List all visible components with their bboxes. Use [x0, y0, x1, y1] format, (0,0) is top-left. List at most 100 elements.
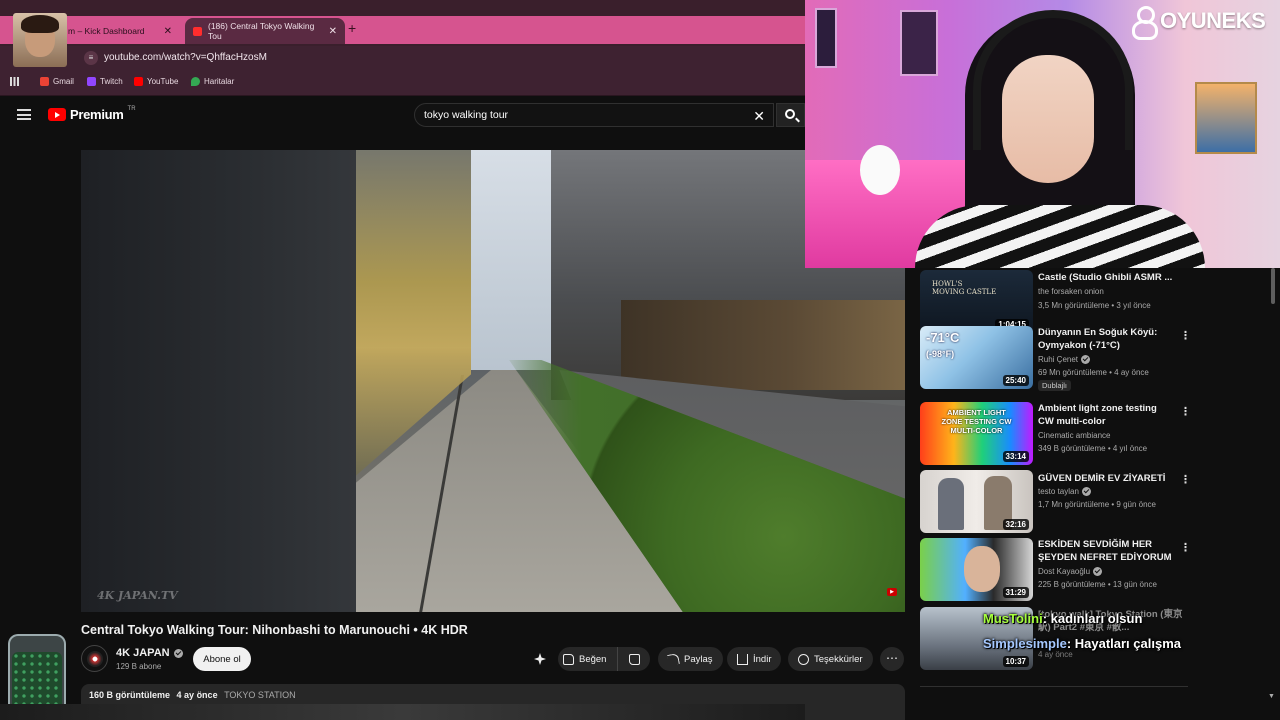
more-options-icon[interactable]: ⋮ — [1180, 329, 1191, 342]
verified-icon — [173, 648, 183, 658]
striped-sweater — [915, 205, 1205, 268]
channel-name[interactable]: the forsaken onion — [1038, 287, 1104, 296]
sidebar-scrollbar[interactable] — [1271, 268, 1275, 304]
thanks-label: Teşekkürler — [814, 653, 863, 665]
channel-name[interactable]: testo taylan — [1038, 487, 1091, 496]
tab-kick-dashboard[interactable]: m – Kick Dashboard ✕ — [60, 18, 180, 44]
channel-name[interactable]: Cinematic ambiance — [1038, 431, 1110, 440]
recommendation-item[interactable]: HOWL'S MOVING CASTLE 1:04:15 Castle (Stud… — [920, 265, 1280, 333]
bookmark-twitch[interactable]: Twitch — [87, 77, 123, 86]
video-title[interactable]: ESKİDEN SEVDİĞİM HER ŞEYDEN NEFRET EDİYO… — [1038, 538, 1173, 564]
like-button[interactable]: Beğen — [558, 647, 618, 671]
menu-icon[interactable] — [17, 109, 31, 120]
youtube-premium-logo[interactable]: Premium TR — [48, 105, 136, 122]
video-player[interactable]: 4K JAPAN.TV ▶ — [81, 150, 905, 612]
channel-avatar[interactable] — [81, 645, 108, 672]
twitch-icon — [87, 77, 96, 86]
chat-text: : kadınları olsun — [1042, 611, 1143, 626]
upload-age: 4 ay önce — [176, 690, 218, 700]
video-thumbnail[interactable]: 32:16 — [920, 470, 1033, 533]
location-tag[interactable]: TOKYO STATION — [224, 690, 296, 700]
subscribe-watermark-icon[interactable]: ▶ — [887, 588, 897, 596]
maps-pin-icon — [191, 77, 200, 86]
recommendation-item[interactable]: AMBIENT LIGHT ZONE TESTING CW MULTI-COLOR … — [920, 402, 1280, 466]
video-title[interactable]: Castle (Studio Ghibli ASMR ... — [1038, 271, 1173, 284]
recommendation-item[interactable]: 31:29 ESKİDEN SEVDİĞİM HER ŞEYDEN NEFRET… — [920, 538, 1280, 602]
more-options-icon[interactable]: ⋮ — [1180, 405, 1191, 418]
site-settings-icon[interactable]: ≡ — [84, 51, 98, 65]
channel-name[interactable]: Dost Kayaoğlu — [1038, 567, 1103, 576]
address-bar[interactable]: ≡ youtube.com/watch?v=QhffacHzosM — [0, 46, 805, 70]
brand-person-icon — [1130, 6, 1158, 40]
video-thumbnail[interactable]: 31:29 — [920, 538, 1033, 601]
search-box[interactable]: ✕ — [414, 103, 774, 127]
recommendation-item[interactable]: -71°C (-98°F) 25:40 Dünyanın En Soğuk Köy… — [920, 326, 1280, 391]
clear-search-icon[interactable]: ✕ — [753, 108, 765, 125]
video-meta: 69 Mn görüntüleme • 4 ay önce — [1038, 368, 1149, 377]
video-duration: 31:29 — [1002, 587, 1029, 598]
video-duration: 10:37 — [1002, 656, 1029, 667]
url-text[interactable]: youtube.com/watch?v=QhffacHzosM — [104, 52, 267, 63]
bookmark-gmail[interactable]: Gmail — [40, 77, 74, 86]
subscribe-button[interactable]: Abone ol — [193, 647, 251, 671]
chat-username: MusTolini — [983, 611, 1043, 626]
verified-icon — [1093, 567, 1103, 576]
youtube-play-icon — [48, 108, 66, 121]
apps-grid-icon[interactable] — [10, 77, 19, 86]
wall-painting — [1195, 82, 1257, 154]
channel-name[interactable]: Ruhi Çenet — [1038, 355, 1091, 364]
search-input[interactable] — [424, 109, 744, 121]
new-tab-plus-icon[interactable]: + — [348, 20, 356, 36]
chat-message: Simplesimple: Hayatları çalışma — [983, 636, 1181, 651]
tab-label: m – Kick Dashboard — [68, 26, 145, 36]
thumbnail-art: AMBIENT LIGHT ZONE TESTING CW MULTI-COLOR — [941, 408, 1012, 435]
ask-sparkle-icon[interactable] — [533, 652, 547, 666]
like-label: Beğen — [579, 653, 607, 665]
thumbs-up-icon — [563, 653, 574, 665]
close-icon[interactable]: ✕ — [164, 26, 172, 37]
logo-region: TR — [127, 105, 136, 112]
recommendation-item[interactable]: 32:16 GÜVEN DEMİR EV ZİYARETİ testo tayl… — [920, 470, 1280, 534]
close-icon[interactable]: ✕ — [329, 26, 337, 37]
video-thumbnail[interactable]: AMBIENT LIGHT ZONE TESTING CW MULTI-COLOR … — [920, 402, 1033, 465]
bookmark-youtube[interactable]: YouTube — [134, 77, 178, 86]
channel-name[interactable]: 4K JAPAN — [116, 647, 170, 659]
bookmark-haritalar[interactable]: Haritalar — [191, 77, 234, 86]
video-thumbnail[interactable]: -71°C (-98°F) 25:40 — [920, 326, 1033, 389]
more-options-icon[interactable]: ⋮ — [1180, 541, 1191, 554]
video-duration: 25:40 — [1002, 375, 1029, 386]
more-options-icon[interactable]: ⋮ — [1180, 473, 1191, 486]
video-thumbnail[interactable]: HOWL'S MOVING CASTLE 1:04:15 — [920, 270, 1033, 333]
thanks-button[interactable]: Teşekkürler — [788, 647, 873, 671]
chat-message: MusTolini: kadınları olsun — [983, 611, 1142, 626]
share-button[interactable]: Paylaş — [658, 647, 723, 671]
bookmark-label: YouTube — [147, 77, 179, 86]
dubbed-badge: Dublajlı — [1038, 380, 1072, 391]
video-title[interactable]: Dünyanın En Soğuk Köyü: Oymyakon (-71°C) — [1038, 326, 1173, 352]
verified-icon — [1081, 355, 1091, 364]
headset — [973, 10, 1133, 150]
video-duration: 33:14 — [1002, 451, 1029, 462]
dislike-button[interactable] — [618, 647, 650, 671]
share-label: Paylaş — [684, 653, 713, 665]
download-button[interactable]: İndir — [727, 647, 782, 671]
scroll-down-arrow-icon[interactable]: ▼ — [1268, 693, 1275, 700]
share-arrow-icon — [667, 652, 680, 666]
logo-text: Premium — [70, 107, 124, 122]
video-frame-building-left — [81, 150, 356, 612]
thumbnail-art — [964, 546, 1000, 592]
video-title[interactable]: GÜVEN DEMİR EV ZİYARETİ — [1038, 472, 1173, 485]
more-actions-icon[interactable]: ⋯ — [880, 647, 904, 671]
video-meta: 349 B görüntüleme • 4 yıl önce — [1038, 444, 1148, 453]
tab-label: (186) Central Tokyo Walking Tou — [208, 21, 315, 41]
subscriber-count: 129 B abone — [116, 662, 162, 671]
youtube-favicon-icon — [193, 26, 202, 36]
like-dislike-group: Beğen — [558, 647, 650, 671]
search-button[interactable] — [776, 103, 805, 127]
youtube-icon — [134, 77, 143, 86]
plush-toy — [860, 145, 900, 195]
channel-name-row[interactable]: 4K JAPAN — [116, 647, 183, 659]
brand-text: OYUNEKS — [1160, 8, 1266, 33]
tab-youtube-video[interactable]: (186) Central Tokyo Walking Tou ✕ — [185, 18, 345, 44]
video-title[interactable]: Ambient light zone testing CW multi-colo… — [1038, 402, 1173, 428]
